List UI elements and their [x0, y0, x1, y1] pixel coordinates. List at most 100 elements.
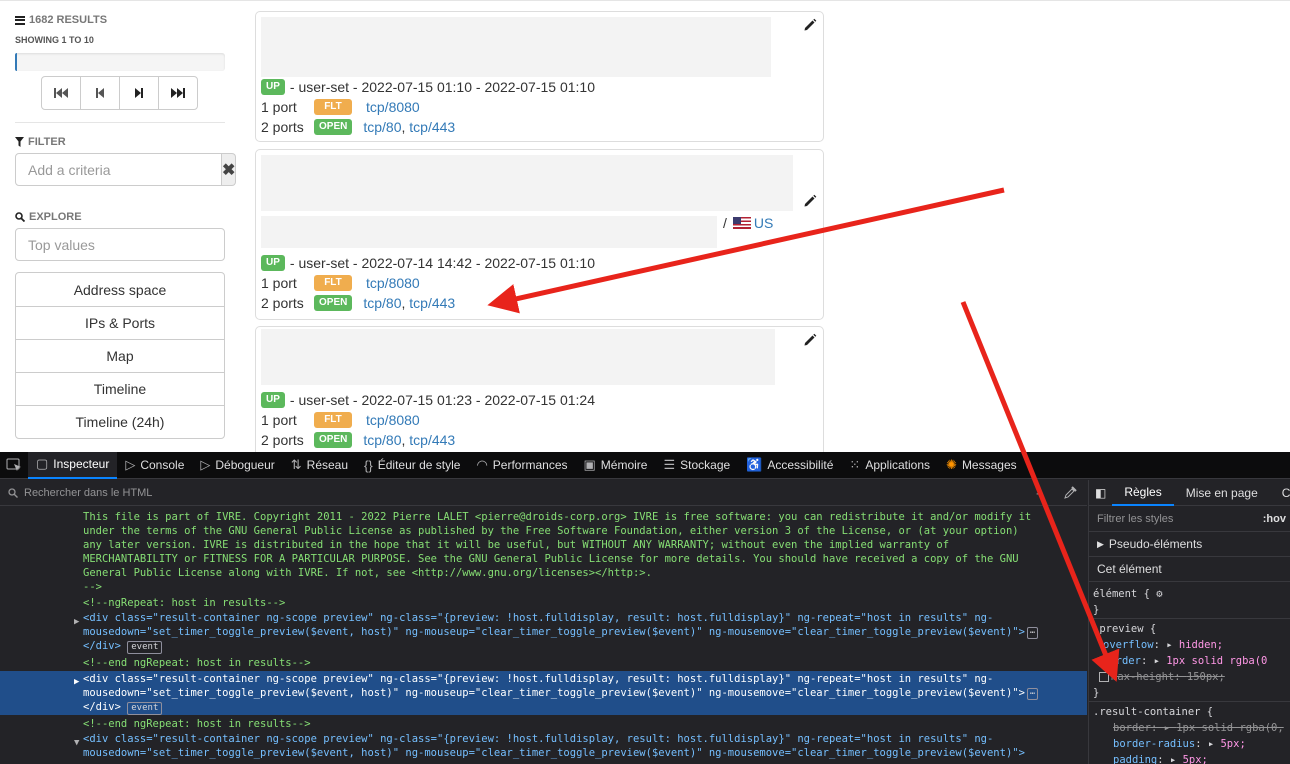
eyedropper-icon[interactable] — [1064, 486, 1077, 499]
prop-value[interactable]: 1px solid rgba(0 — [1166, 655, 1267, 667]
rule-selector: .preview { — [1093, 623, 1157, 635]
port-link[interactable]: tcp/443 — [409, 295, 455, 311]
port-link[interactable]: tcp/80 — [363, 432, 401, 448]
pseudo-elements-toggle[interactable]: ▶ Pseudo-éléments — [1089, 532, 1290, 557]
port-count: 2 ports — [261, 295, 304, 311]
ports-row: 2 ports OPEN tcp/80, tcp/443 — [261, 432, 456, 448]
event-badge[interactable]: event — [127, 702, 163, 715]
tab-reseau[interactable]: ⇅ Réseau — [283, 452, 356, 479]
prop-value[interactable]: 5px; — [1183, 754, 1208, 764]
node-line[interactable]: mousedown="set_timer_toggle_preview($eve… — [0, 686, 1087, 700]
port-state-badge: OPEN — [314, 432, 353, 448]
explore-label: EXPLORE — [29, 211, 82, 223]
tab-applications[interactable]: ⁙ Applications — [841, 452, 938, 479]
country-link[interactable]: US — [754, 215, 773, 231]
port-link[interactable]: tcp/80 — [363, 119, 401, 135]
prop-value[interactable]: 1px solid rgba(0, — [1176, 722, 1283, 734]
debugger-icon: ▷ — [200, 457, 211, 472]
country-line: / US — [723, 215, 773, 231]
node-line[interactable]: mousedown="set_timer_toggle_preview($eve… — [0, 746, 1087, 760]
view-ips-ports[interactable]: IPs & Ports — [16, 306, 224, 339]
prop-value[interactable]: 5px; — [1220, 738, 1245, 750]
tab-messages[interactable]: ✺ Messages — [938, 452, 1025, 479]
comment-line: <!--end ngRepeat: host in results--> — [83, 657, 311, 669]
tab-performances[interactable]: ◠ Performances — [468, 452, 575, 479]
prop-name[interactable]: overflow — [1103, 639, 1154, 651]
host-status-line: UP - user-set - 2022-07-14 14:42 - 2022-… — [261, 255, 595, 271]
last-page-button[interactable] — [158, 76, 198, 110]
styles-filter[interactable]: Filtrer les styles :hov — [1089, 506, 1290, 532]
port-link[interactable]: tcp/8080 — [366, 412, 420, 428]
ports-row: 2 ports OPEN tcp/80, tcp/443 — [261, 295, 456, 311]
divider — [15, 122, 225, 123]
top-values-input[interactable] — [15, 228, 225, 261]
ellipsis-badge[interactable]: ⋯ — [1026, 688, 1039, 700]
tab-stockage[interactable]: ☰ Stockage — [655, 452, 738, 479]
first-page-icon — [54, 88, 68, 98]
prop-name[interactable]: padding — [1113, 754, 1157, 764]
port-link[interactable]: tcp/443 — [409, 119, 455, 135]
node-line[interactable]: <div class="result-container ng-scope pr… — [0, 611, 1087, 625]
prop-name[interactable]: max-height — [1111, 671, 1174, 683]
result-card[interactable]: UP - user-set - 2022-07-15 01:23 - 2022-… — [255, 326, 824, 452]
next-page-button[interactable] — [119, 76, 159, 110]
tab-label: Messages — [961, 458, 1017, 472]
ellipsis-badge[interactable]: ⋯ — [1026, 627, 1039, 639]
style-editor-icon: {} — [364, 457, 373, 473]
memory-icon: ▣ — [583, 457, 596, 472]
gear-icon[interactable]: ⚙ — [1156, 588, 1162, 600]
tab-console[interactable]: ▷ Console — [117, 452, 192, 479]
prop-name[interactable]: border-radius — [1113, 738, 1195, 750]
clear-filter-button[interactable]: ✖ — [222, 153, 237, 186]
status-badge: UP — [261, 255, 285, 271]
devtools-panel: ▢ Inspecteur ▷ Console ▷ Débogueur ⇅ Réseau … — [0, 451, 1290, 764]
view-address-space[interactable]: Address space — [16, 273, 224, 306]
event-badge[interactable]: event — [127, 641, 163, 654]
view-timeline-24h[interactable]: Timeline (24h) — [16, 405, 224, 438]
property-checkbox[interactable] — [1099, 672, 1109, 682]
add-node-icon[interactable]: + — [1036, 486, 1044, 501]
pencil-icon[interactable] — [803, 18, 817, 32]
prop-name[interactable]: border — [1103, 655, 1141, 667]
port-state-badge: FLT — [314, 275, 352, 291]
redacted-host-info — [261, 17, 771, 77]
tab-label: Éditeur de style — [377, 458, 461, 472]
tab-regles[interactable]: Règles — [1112, 480, 1174, 506]
prop-value[interactable]: hidden; — [1179, 639, 1223, 651]
tab-debogueur[interactable]: ▷ Débogueur — [192, 452, 282, 479]
port-state-badge: OPEN — [314, 295, 353, 311]
node-line[interactable]: mousedown="set_timer_toggle_preview($eve… — [0, 625, 1087, 639]
results-count: 1682 RESULTS — [15, 14, 107, 26]
filter-criteria-input[interactable] — [15, 153, 222, 186]
prop-name[interactable]: border — [1113, 722, 1151, 734]
pencil-icon[interactable] — [803, 333, 817, 347]
tab-accessibilite[interactable]: ♿ Accessibilité — [738, 452, 841, 479]
expand-triangle-icon[interactable]: ▶ — [74, 675, 79, 689]
result-card[interactable]: UP - user-set - 2022-07-15 01:10 - 2022-… — [255, 11, 824, 142]
port-link[interactable]: tcp/443 — [409, 432, 455, 448]
tab-inspecteur[interactable]: ▢ Inspecteur — [28, 451, 118, 479]
result-card[interactable]: / US UP - user-set - 2022-07-14 14:42 - … — [255, 149, 824, 320]
port-link[interactable]: tcp/8080 — [366, 99, 420, 115]
tab-editeur-de-style[interactable]: {} Éditeur de style — [356, 452, 468, 479]
html-search-input[interactable] — [24, 486, 824, 499]
view-timeline[interactable]: Timeline — [16, 372, 224, 405]
sidebar-toggle-icon[interactable]: ◧ — [1089, 480, 1112, 506]
node-line[interactable]: <div class="result-container ng-scope pr… — [0, 732, 1087, 746]
comment-line: General Public License along with IVRE. … — [83, 567, 652, 579]
port-link[interactable]: tcp/80 — [363, 295, 401, 311]
tab-mise-en-page[interactable]: Mise en page — [1174, 480, 1270, 506]
view-map[interactable]: Map — [16, 339, 224, 372]
node-line[interactable]: <div class="result-container ng-scope pr… — [0, 672, 1087, 686]
port-link[interactable]: tcp/8080 — [366, 275, 420, 291]
previous-page-button[interactable] — [80, 76, 120, 110]
pencil-icon[interactable] — [803, 194, 817, 208]
redacted-host-info — [261, 155, 793, 211]
first-page-button[interactable] — [41, 76, 81, 110]
tab-calcule[interactable]: Ca — [1270, 480, 1290, 506]
tab-memoire[interactable]: ▣ Mémoire — [576, 452, 656, 479]
hov-toggle[interactable]: :hov — [1263, 513, 1290, 525]
element-picker-button[interactable] — [0, 452, 28, 479]
close-tag: </div> — [83, 640, 121, 652]
prop-value[interactable]: 150px; — [1187, 671, 1225, 683]
